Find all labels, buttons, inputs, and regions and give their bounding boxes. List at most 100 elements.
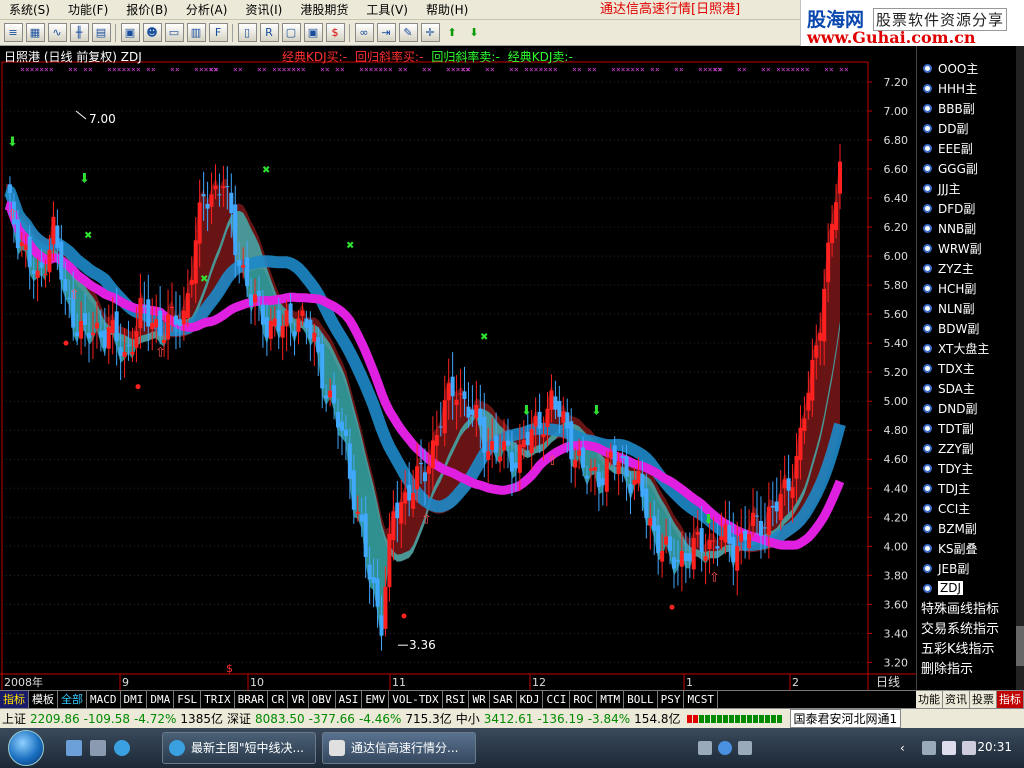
- formula-item[interactable]: GGG副: [917, 158, 1015, 178]
- indicator-tab-vol-tdx[interactable]: VOL-TDX: [389, 691, 443, 708]
- menu-item-3[interactable]: 分析(A): [177, 0, 237, 20]
- indicator-tab-sar[interactable]: SAR: [490, 691, 517, 708]
- folder-icon[interactable]: ▣: [120, 23, 140, 42]
- special-indicator-item[interactable]: 删除指示: [921, 660, 1019, 680]
- up-arrow-icon[interactable]: ⬆: [443, 23, 462, 42]
- shield-icon[interactable]: [942, 741, 956, 755]
- start-button[interactable]: [8, 730, 44, 766]
- formula-item[interactable]: CCI主: [917, 498, 1015, 518]
- indicator-tab-dma[interactable]: DMA: [147, 691, 175, 708]
- formula-item[interactable]: JJJ主: [917, 178, 1015, 198]
- link-icon[interactable]: ∞: [354, 23, 374, 42]
- indicator-tab-fsl[interactable]: FSL: [174, 691, 202, 708]
- indicator-tab-wr[interactable]: WR: [469, 691, 490, 708]
- f10-icon[interactable]: F: [208, 23, 228, 42]
- formula-item[interactable]: BDW副: [917, 318, 1015, 338]
- formula-item[interactable]: ZDJ: [917, 578, 1015, 598]
- special-indicator-item[interactable]: 五彩K线指示: [921, 640, 1019, 660]
- keyboard-icon[interactable]: [698, 741, 712, 755]
- formula-item[interactable]: ZYZ主: [917, 258, 1015, 278]
- formula-item[interactable]: EEE副: [917, 138, 1015, 158]
- indicator-tab-模板[interactable]: 模板: [29, 691, 58, 708]
- window-switch-icon[interactable]: [90, 740, 106, 756]
- guhai-logo[interactable]: 股海网 股票软件资源分享 www.Guhai.com.cn: [800, 0, 1024, 47]
- indicator-tab-vr[interactable]: VR: [288, 691, 309, 708]
- indicator-tab-psy[interactable]: PSY: [658, 691, 685, 708]
- dollar-icon[interactable]: $: [325, 23, 345, 42]
- formula-item[interactable]: WRW副: [917, 238, 1015, 258]
- chart-icon[interactable]: ∿: [47, 23, 67, 42]
- ie-icon[interactable]: [114, 740, 130, 756]
- formula-item[interactable]: ZZY副: [917, 438, 1015, 458]
- formula-item[interactable]: TDJ主: [917, 478, 1015, 498]
- menu-item-0[interactable]: 系统(S): [0, 0, 59, 20]
- list-icon[interactable]: ≡: [3, 23, 23, 42]
- help-icon[interactable]: [718, 741, 732, 755]
- right-tab-0[interactable]: 功能: [916, 691, 943, 708]
- right-tab-2[interactable]: 投票: [970, 691, 997, 708]
- kline-icon[interactable]: ╫: [69, 23, 89, 42]
- cross-icon[interactable]: ✛: [420, 23, 440, 42]
- right-tab-3[interactable]: 指标: [997, 691, 1024, 708]
- formula-item[interactable]: TDX主: [917, 358, 1015, 378]
- scrollbar-thumb[interactable]: [1016, 626, 1024, 666]
- kline-chart-area[interactable]: 7.20 7.00 6.80 6.60 6.40 6.20 6.00 5.80 5.60 5.40…: [0, 46, 916, 690]
- doc-icon[interactable]: ▥: [186, 23, 206, 42]
- indicator-tab-emv[interactable]: EMV: [362, 691, 390, 708]
- tray-expand-icon[interactable]: ‹: [900, 741, 914, 755]
- indicator-tab-rsi[interactable]: RSI: [443, 691, 470, 708]
- menu-item-4[interactable]: 资讯(I): [236, 0, 291, 20]
- menu-item-5[interactable]: 港股期货: [291, 0, 357, 20]
- input-method-icon[interactable]: [738, 741, 752, 755]
- users-icon[interactable]: ☻: [142, 23, 162, 42]
- indicator-tab-brar[interactable]: BRAR: [235, 691, 269, 708]
- formula-item[interactable]: KS副叠: [917, 538, 1015, 558]
- monitor-icon[interactable]: ▭: [164, 23, 184, 42]
- formula-item[interactable]: BZM副: [917, 518, 1015, 538]
- formula-item[interactable]: XT大盘主: [917, 338, 1015, 358]
- window-icon[interactable]: ▣: [303, 23, 323, 42]
- formula-item[interactable]: SDA主: [917, 378, 1015, 398]
- show-desktop-icon[interactable]: [66, 740, 82, 756]
- menu-item-2[interactable]: 报价(B): [117, 0, 177, 20]
- formula-item[interactable]: TDY主: [917, 458, 1015, 478]
- network-icon[interactable]: [922, 741, 936, 755]
- menu-item-6[interactable]: 工具(V): [357, 0, 417, 20]
- indicator-tab-boll[interactable]: BOLL: [624, 691, 658, 708]
- formula-item[interactable]: JEB副: [917, 558, 1015, 578]
- grid-icon[interactable]: ▦: [25, 23, 45, 42]
- indicator-tab-obv[interactable]: OBV: [309, 691, 336, 708]
- indicator-tab-全部[interactable]: 全部: [58, 691, 87, 708]
- volume-icon[interactable]: [962, 741, 976, 755]
- formula-item[interactable]: HHH主: [917, 78, 1015, 98]
- rsi-icon[interactable]: R: [259, 23, 279, 42]
- indicator-tab-roc[interactable]: ROC: [570, 691, 598, 708]
- formula-item[interactable]: HCH副: [917, 278, 1015, 298]
- menu-item-1[interactable]: 功能(F): [59, 0, 117, 20]
- task-button-tdx[interactable]: 通达信高速行情分...: [322, 732, 476, 764]
- table-icon[interactable]: ▤: [91, 23, 111, 42]
- task-button-forum[interactable]: 最新主图"短中线决...: [162, 732, 316, 764]
- formula-item[interactable]: NNB副: [917, 218, 1015, 238]
- special-indicator-item[interactable]: 交易系统指示: [921, 620, 1019, 640]
- indicator-tab-macd[interactable]: MACD: [87, 691, 121, 708]
- indicator-tab-dmi[interactable]: DMI: [121, 691, 148, 708]
- tape-icon[interactable]: ▯: [237, 23, 257, 42]
- formula-item[interactable]: DND副: [917, 398, 1015, 418]
- formula-item[interactable]: NLN副: [917, 298, 1015, 318]
- indicator-tab-kdj[interactable]: KDJ: [517, 691, 544, 708]
- indicator-tab-trix[interactable]: TRIX: [201, 691, 235, 708]
- screen-icon[interactable]: ▢: [281, 23, 301, 42]
- special-indicator-item[interactable]: 特殊画线指标: [921, 600, 1019, 620]
- formula-item[interactable]: BBB副: [917, 98, 1015, 118]
- kline-chart[interactable]: 7.20 7.00 6.80 6.60 6.40 6.20 6.00 5.80 5.60 5.40…: [0, 46, 916, 690]
- formula-item[interactable]: OOO主: [917, 58, 1015, 78]
- formula-item[interactable]: DFD副: [917, 198, 1015, 218]
- right-tab-1[interactable]: 资讯: [943, 691, 970, 708]
- indicator-tab-asi[interactable]: ASI: [336, 691, 363, 708]
- indicator-tab-指标[interactable]: 指标: [0, 691, 29, 708]
- broker-server[interactable]: 国泰君安河北网通1: [789, 709, 902, 728]
- formula-item[interactable]: DD副: [917, 118, 1015, 138]
- indicator-tab-cci[interactable]: CCI: [543, 691, 571, 708]
- indicator-tab-mtm[interactable]: MTM: [597, 691, 625, 708]
